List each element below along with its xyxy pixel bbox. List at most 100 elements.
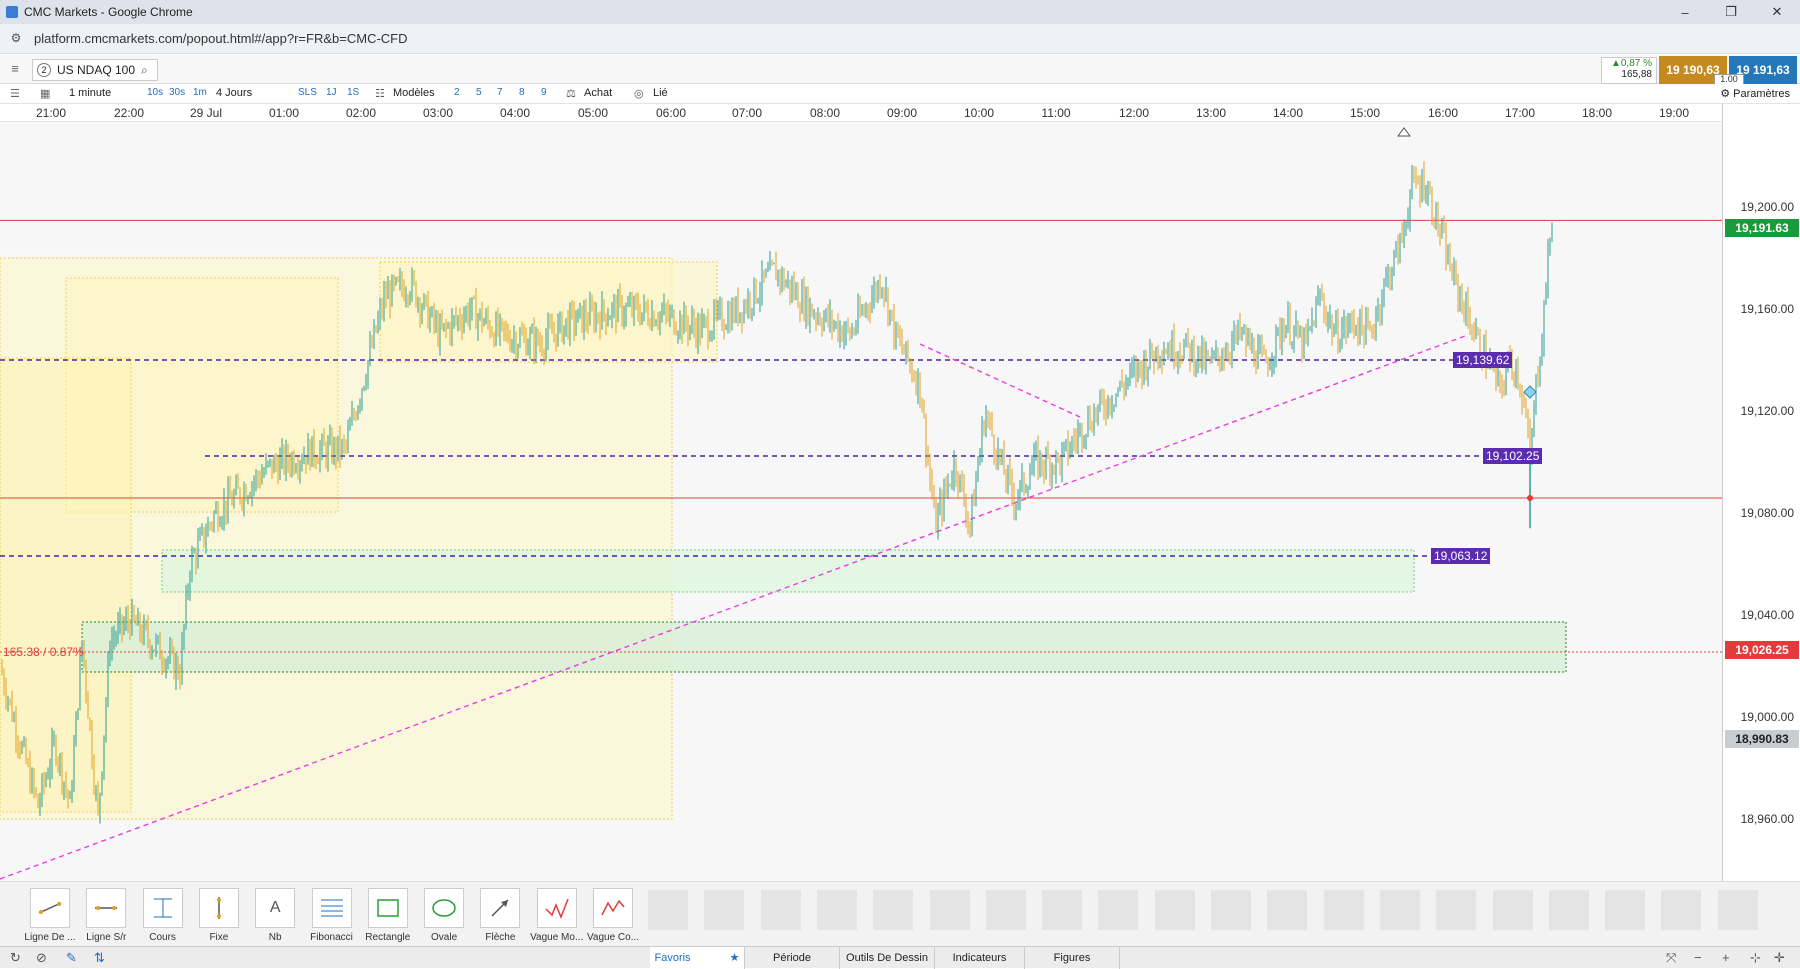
list-icon[interactable]: ☰ xyxy=(10,87,20,100)
empty-tool-slot[interactable] xyxy=(985,890,1026,930)
range-select[interactable]: 4 Jours xyxy=(216,87,252,99)
trend-line-icon xyxy=(30,888,70,928)
empty-tool-slot[interactable] xyxy=(1267,890,1308,930)
tab-outils[interactable]: Outils De Dessin xyxy=(840,947,935,969)
chart-area[interactable]: 19,139.62 19,102.25 19,063.12 165.38 / 0… xyxy=(0,122,1722,881)
tool-label: Ligne De ... xyxy=(24,932,76,943)
empty-tool-slot[interactable] xyxy=(873,890,914,930)
template-5[interactable]: 5 xyxy=(476,87,482,98)
empty-tool-slot[interactable] xyxy=(1323,890,1364,930)
tool-corrective-wave[interactable]: Vague Co... xyxy=(585,888,641,943)
line-tag-19063[interactable]: 19,063.12 xyxy=(1431,548,1491,564)
link-button[interactable]: Lié xyxy=(653,87,668,99)
refresh-icon[interactable]: ↻ xyxy=(10,950,21,966)
crosshair-zoom-icon[interactable]: ⤧ xyxy=(1666,950,1676,966)
tab-indicateurs[interactable]: Indicateurs xyxy=(935,947,1025,969)
address-bar[interactable]: ⚙ platform.cmcmarkets.com/popout.html#/a… xyxy=(0,24,1800,54)
window-titlebar: CMC Markets - Google Chrome – ❐ ✕ xyxy=(0,0,1800,24)
template-9[interactable]: 9 xyxy=(541,87,547,98)
tool-fibonacci[interactable]: Fibonacci xyxy=(304,888,360,943)
scroll-end-marker xyxy=(1397,127,1411,137)
empty-tool-slot[interactable] xyxy=(1154,890,1195,930)
fit-icon[interactable]: ⊹ xyxy=(1750,950,1761,966)
interval-select[interactable]: 1 minute xyxy=(69,87,111,99)
tab-favoris[interactable]: Favoris ★ xyxy=(650,947,745,969)
tool-wave[interactable]: Vague Mo... xyxy=(529,888,585,943)
time-tick: 18:00 xyxy=(1581,106,1613,120)
interval-1m[interactable]: 1m xyxy=(193,87,207,98)
zoom-out-icon[interactable]: − xyxy=(1694,950,1702,965)
link-icon[interactable]: ◎ xyxy=(634,87,644,100)
empty-tool-slot[interactable] xyxy=(1211,890,1251,930)
empty-tool-slot[interactable] xyxy=(1717,890,1758,930)
buy-chart-icon[interactable]: ⚖ xyxy=(566,87,576,100)
minimize-button[interactable]: – xyxy=(1662,0,1708,24)
tool-price[interactable]: Cours xyxy=(135,888,191,943)
time-tick: 16:00 xyxy=(1427,106,1459,120)
tool-vertical-line[interactable]: Fixe xyxy=(191,888,247,943)
empty-tool-slot[interactable] xyxy=(1661,890,1702,930)
range-1s[interactable]: 1S xyxy=(347,87,359,98)
empty-tool-slot[interactable] xyxy=(1492,890,1533,930)
interval-10s[interactable]: 10s xyxy=(147,87,163,98)
tool-label: Rectangle xyxy=(365,932,411,943)
settings-button[interactable]: ⚙ Paramètres xyxy=(1720,87,1790,100)
line-tag-19139[interactable]: 19,139.62 xyxy=(1453,352,1513,368)
line-tag-19102[interactable]: 19,102.25 xyxy=(1483,448,1543,464)
wave-icon xyxy=(536,888,577,928)
empty-tool-slot[interactable] xyxy=(760,890,801,930)
fibonacci-icon xyxy=(311,888,352,928)
maximize-button[interactable]: ❐ xyxy=(1708,0,1754,24)
empty-tool-slot[interactable] xyxy=(929,890,970,930)
change-pts: 165,88 xyxy=(1621,69,1652,80)
tool-label: Vague Mo... xyxy=(530,932,584,943)
menu-icon[interactable]: ≡ xyxy=(4,61,26,79)
site-settings-icon[interactable]: ⚙ xyxy=(8,31,24,47)
crosshair-icon[interactable]: ✛ xyxy=(1774,950,1785,966)
tool-oval[interactable]: Ovale xyxy=(416,888,472,943)
chart-change-note: 165.38 / 0.87% xyxy=(3,645,84,659)
template-7[interactable]: 7 xyxy=(497,87,503,98)
alert-marker xyxy=(1523,385,1537,399)
empty-tool-slot[interactable] xyxy=(816,890,857,930)
templates-button[interactable]: Modèles xyxy=(393,87,435,99)
empty-tool-slot[interactable] xyxy=(648,890,688,930)
sort-icon[interactable]: ⇅ xyxy=(94,950,105,966)
empty-tool-slot[interactable] xyxy=(1098,890,1139,930)
empty-tool-slot[interactable] xyxy=(704,890,745,930)
range-sls[interactable]: SLS xyxy=(298,87,317,98)
green-zone xyxy=(81,621,1567,673)
tool-horizontal-line[interactable]: Ligne S/r xyxy=(78,888,134,943)
empty-tool-slot[interactable] xyxy=(1042,890,1083,930)
pencil-icon[interactable]: ✎ xyxy=(66,950,77,966)
tab-favoris-label: Favoris xyxy=(654,952,691,964)
empty-tool-slot[interactable] xyxy=(1379,890,1420,930)
tab-figures[interactable]: Figures xyxy=(1025,947,1120,969)
close-button[interactable]: ✕ xyxy=(1754,0,1800,24)
empty-tool-slot[interactable] xyxy=(1548,890,1589,930)
tab-periode[interactable]: Période xyxy=(745,947,840,969)
instrument-selector[interactable]: 2 US NDAQ 100 ⌕ xyxy=(32,59,158,81)
template-8[interactable]: 8 xyxy=(519,87,525,98)
search-icon[interactable]: ⌕ xyxy=(141,63,148,78)
price-chart[interactable] xyxy=(0,122,1722,881)
tool-label: Cours xyxy=(149,932,176,943)
price-axis[interactable]: 19,191.63 19,026.25 18,990.83 19,200.00 1… xyxy=(1722,104,1800,881)
range-1j[interactable]: 1J xyxy=(326,87,337,98)
grid-icon[interactable]: ▦ xyxy=(40,87,50,100)
templates-icon[interactable]: ☷ xyxy=(375,87,385,100)
empty-tool-slot[interactable] xyxy=(1436,890,1477,930)
interval-30s[interactable]: 30s xyxy=(169,87,185,98)
oval-icon xyxy=(424,888,465,928)
url-text[interactable]: platform.cmcmarkets.com/popout.html#/app… xyxy=(34,31,408,46)
tool-text[interactable]: A Nb xyxy=(247,888,303,943)
template-2[interactable]: 2 xyxy=(454,87,460,98)
tool-trend-line[interactable]: Ligne De ... xyxy=(22,888,78,943)
zoom-in-icon[interactable]: + xyxy=(1722,950,1730,965)
empty-tool-slot[interactable] xyxy=(1605,890,1646,930)
cancel-icon[interactable]: ⊘ xyxy=(36,950,47,966)
tool-arrow[interactable]: Flèche xyxy=(472,888,528,943)
tool-rectangle[interactable]: Rectangle xyxy=(360,888,416,943)
change-pct: ▲0,87 % xyxy=(1610,58,1652,69)
buy-chart-button[interactable]: Achat xyxy=(584,87,612,99)
